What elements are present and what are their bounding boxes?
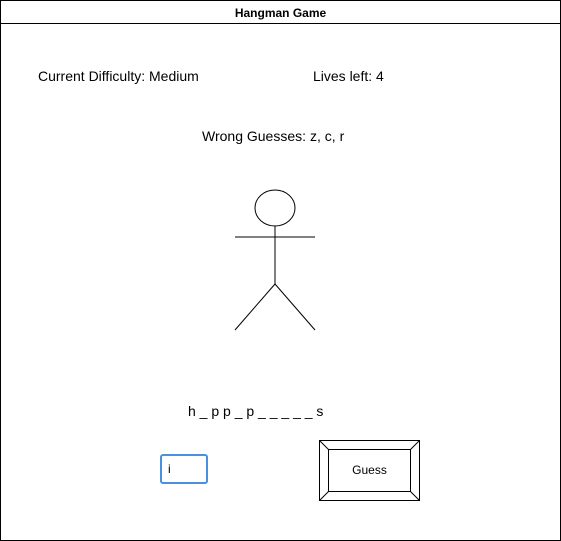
- guess-input[interactable]: [160, 454, 208, 484]
- lives-label: Lives left:: [313, 68, 373, 84]
- lives-value: 4: [376, 68, 384, 84]
- lives-display: Lives left: 4: [313, 68, 384, 84]
- difficulty-display: Current Difficulty: Medium: [38, 68, 199, 84]
- word-display-row: h _ p p _ p _ _ _ _ _ s: [0, 403, 561, 435]
- wrong-guesses-label: Wrong Guesses:: [202, 128, 307, 144]
- window-title: Hangman Game: [1, 1, 560, 24]
- guess-button-label: Guess: [352, 463, 387, 477]
- wrong-guesses-display: Wrong Guesses: z, c, r: [202, 128, 344, 144]
- difficulty-value: Medium: [149, 68, 199, 84]
- guess-button[interactable]: Guess: [319, 440, 420, 501]
- masked-word: h _ p p _ p _ _ _ _ _ s: [188, 403, 324, 419]
- wrong-guesses-value: z, c, r: [310, 128, 345, 144]
- difficulty-label: Current Difficulty:: [38, 68, 146, 84]
